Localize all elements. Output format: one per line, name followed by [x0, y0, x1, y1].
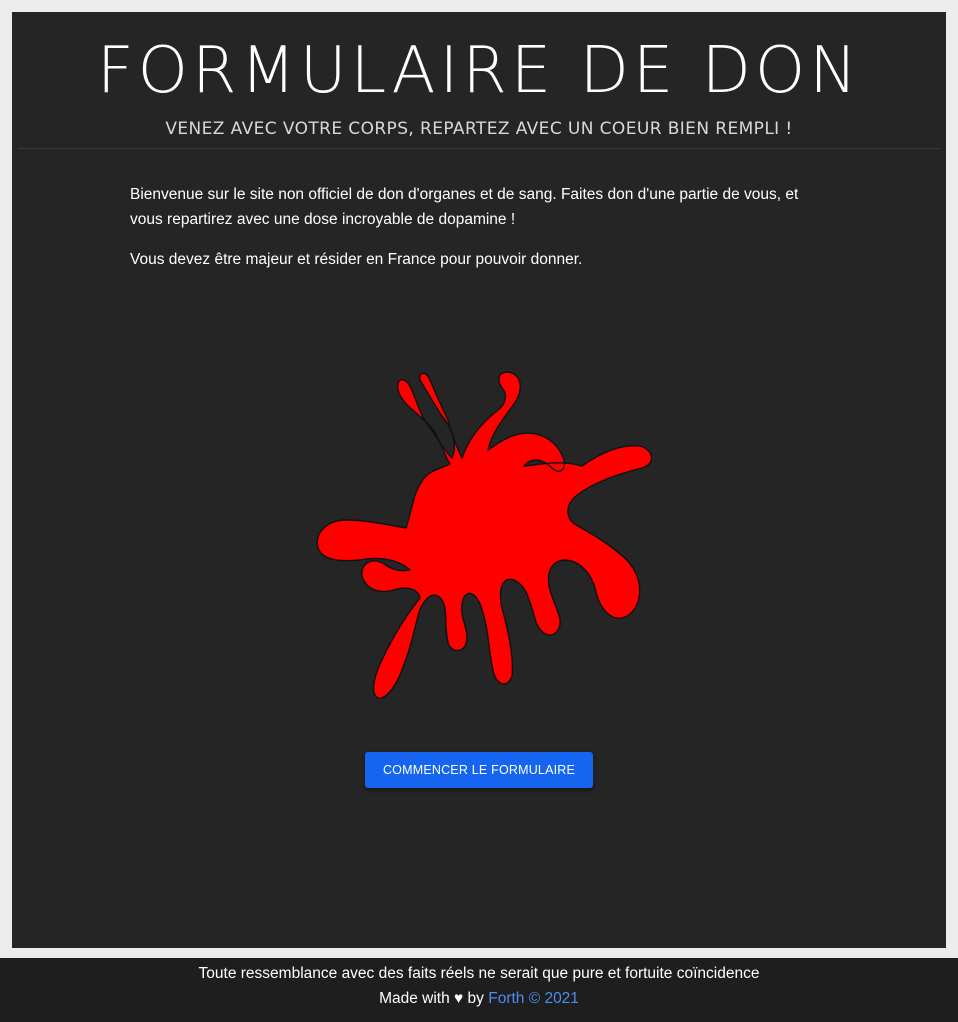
intro-paragraph-eligibility: Vous devez être majeur et résider en Fra… [130, 251, 583, 268]
footer-disclaimer: Toute ressemblance avec des faits réels … [198, 965, 760, 982]
page-frame: FORMULAIRE DE DON VENEZ AVEC VOTRE CORPS… [0, 0, 958, 958]
page-subtitle: VENEZ AVEC VOTRE CORPS, REPARTEZ AVEC UN… [165, 119, 793, 139]
footer-credits: Made with ♥ by Forth © 2021 [0, 988, 958, 1010]
intro-text: Bienvenue sur le site non officiel de do… [130, 182, 830, 287]
footer-made-with: Made with [379, 990, 450, 1007]
page-title: FORMULAIRE DE DON [96, 34, 862, 108]
footer-author-link[interactable]: Forth © 2021 [488, 990, 579, 1007]
footer: Toute ressemblance avec des faits réels … [0, 958, 958, 1022]
heart-icon: ♥ [454, 990, 464, 1007]
blood-splat-icon [316, 371, 652, 699]
main-panel: FORMULAIRE DE DON VENEZ AVEC VOTRE CORPS… [12, 12, 946, 948]
intro-paragraph-welcome: Bienvenue sur le site non officiel de do… [130, 186, 799, 228]
header-divider [18, 148, 940, 149]
footer-by: by [467, 990, 484, 1007]
start-form-button[interactable]: COMMENCER LE FORMULAIRE [365, 752, 593, 788]
